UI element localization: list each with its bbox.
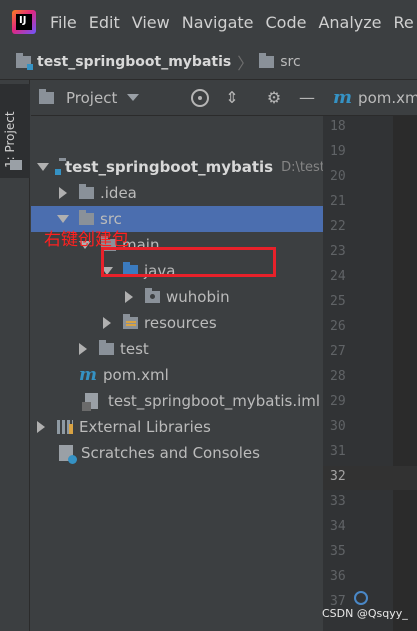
line-number: 32 bbox=[330, 469, 346, 484]
menu-refactor[interactable]: Re bbox=[394, 13, 414, 32]
resources-folder-icon bbox=[123, 314, 138, 329]
tree-item-pom[interactable]: m pom.xml bbox=[31, 362, 323, 388]
folder-icon bbox=[99, 340, 114, 355]
breadcrumb-project[interactable]: test_springboot_mybatis bbox=[37, 54, 231, 70]
tab-pom-xml[interactable]: pom.xm bbox=[358, 89, 417, 107]
tree-item-idea[interactable]: .idea bbox=[31, 180, 323, 206]
tree-item-label: test_springboot_mybatis.iml bbox=[108, 392, 321, 410]
line-number: 35 bbox=[330, 544, 346, 559]
line-number: 19 bbox=[330, 144, 346, 159]
line-number: 23 bbox=[330, 244, 346, 259]
line-number: 21 bbox=[330, 194, 346, 209]
folder-icon bbox=[79, 210, 94, 225]
project-panel-header: Project ⇕ ⚙ — bbox=[31, 80, 323, 116]
tree-item-test[interactable]: test bbox=[31, 336, 323, 362]
collapsed-arrow-icon[interactable] bbox=[79, 343, 87, 355]
editor-tab-bar: m pom.xm bbox=[323, 80, 417, 116]
tree-item-label: External Libraries bbox=[79, 418, 211, 436]
maven-icon: m bbox=[79, 365, 97, 385]
menu-file[interactable]: File bbox=[50, 13, 77, 32]
expand-arrow-icon[interactable] bbox=[57, 215, 69, 223]
line-number: 24 bbox=[330, 269, 346, 284]
collapsed-arrow-icon[interactable] bbox=[125, 291, 133, 303]
tree-item-label: test_springboot_mybatis bbox=[65, 158, 274, 176]
collapse-all-icon[interactable]: ⇕ bbox=[223, 89, 241, 107]
left-tool-stripe: 1: Project bbox=[0, 80, 30, 631]
intention-bulb-icon[interactable] bbox=[354, 591, 368, 605]
locate-file-icon[interactable] bbox=[191, 89, 209, 107]
line-number: 22 bbox=[330, 219, 346, 234]
module-file-icon bbox=[82, 393, 98, 411]
menu-navigate[interactable]: Navigate bbox=[182, 13, 254, 32]
tree-item-label: .idea bbox=[100, 184, 137, 202]
project-view-selector[interactable]: Project bbox=[66, 89, 117, 107]
line-number: 20 bbox=[330, 169, 346, 184]
line-number: 18 bbox=[330, 119, 346, 134]
tree-item-label: wuhobin bbox=[166, 288, 230, 306]
line-number: 36 bbox=[330, 569, 346, 584]
tree-item-external-libraries[interactable]: External Libraries bbox=[31, 414, 323, 440]
tree-item-resources[interactable]: resources bbox=[31, 310, 323, 336]
intellij-logo-icon: IJ bbox=[12, 10, 36, 34]
tree-item-wuhobin[interactable]: wuhobin bbox=[31, 284, 323, 310]
collapsed-arrow-icon[interactable] bbox=[103, 317, 111, 329]
menu-bar: IJ File Edit View Navigate Code Analyze … bbox=[0, 0, 417, 44]
line-number: 28 bbox=[330, 369, 346, 384]
breadcrumb: test_springboot_mybatis 〉 src bbox=[0, 44, 417, 80]
tree-item-scratches[interactable]: Scratches and Consoles bbox=[31, 440, 323, 466]
tree-item-label: Scratches and Consoles bbox=[81, 444, 260, 462]
line-number: 25 bbox=[330, 294, 346, 309]
code-editor[interactable] bbox=[393, 116, 417, 631]
tree-item-label: pom.xml bbox=[103, 366, 169, 384]
line-number: 33 bbox=[330, 494, 346, 509]
tree-item-project-root[interactable]: test_springboot_mybatis D:\test_ bbox=[31, 154, 331, 180]
line-number: 27 bbox=[330, 344, 346, 359]
line-number: 26 bbox=[330, 319, 346, 334]
annotation-highlight-box bbox=[101, 247, 276, 277]
hide-panel-icon[interactable]: — bbox=[298, 89, 316, 107]
tree-item-label: test bbox=[120, 340, 149, 358]
module-folder-icon bbox=[16, 52, 33, 70]
project-panel: Project ⇕ ⚙ — test_springboot_mybatis D:… bbox=[31, 80, 331, 631]
breadcrumb-src[interactable]: src bbox=[280, 54, 300, 70]
folder-icon bbox=[259, 52, 275, 68]
maven-icon: m bbox=[333, 87, 353, 108]
project-tool-icon bbox=[10, 160, 22, 170]
chevron-down-icon[interactable] bbox=[127, 94, 140, 101]
menu-analyze[interactable]: Analyze bbox=[318, 13, 381, 32]
collapsed-arrow-icon[interactable] bbox=[37, 421, 45, 433]
library-icon bbox=[57, 420, 73, 434]
line-number: 34 bbox=[330, 519, 346, 534]
line-number: 29 bbox=[330, 394, 346, 409]
gear-icon[interactable]: ⚙ bbox=[265, 89, 283, 107]
line-number: 31 bbox=[330, 444, 346, 459]
menu-view[interactable]: View bbox=[132, 13, 170, 32]
expand-arrow-icon[interactable] bbox=[37, 163, 49, 171]
line-number: 30 bbox=[330, 419, 346, 434]
project-view-icon bbox=[39, 88, 54, 104]
scratches-icon bbox=[59, 445, 77, 464]
folder-icon bbox=[79, 184, 94, 199]
breadcrumb-separator-icon: 〉 bbox=[237, 53, 254, 73]
tree-item-iml[interactable]: test_springboot_mybatis.iml bbox=[31, 388, 323, 414]
menu-code[interactable]: Code bbox=[266, 13, 307, 32]
project-tool-tab[interactable]: 1: Project bbox=[0, 84, 30, 178]
menu-edit[interactable]: Edit bbox=[89, 13, 120, 32]
watermark: CSDN @Qsqyy_ bbox=[322, 607, 408, 620]
package-icon bbox=[145, 288, 160, 303]
tree-item-label: resources bbox=[144, 314, 217, 332]
collapsed-arrow-icon[interactable] bbox=[59, 187, 67, 199]
